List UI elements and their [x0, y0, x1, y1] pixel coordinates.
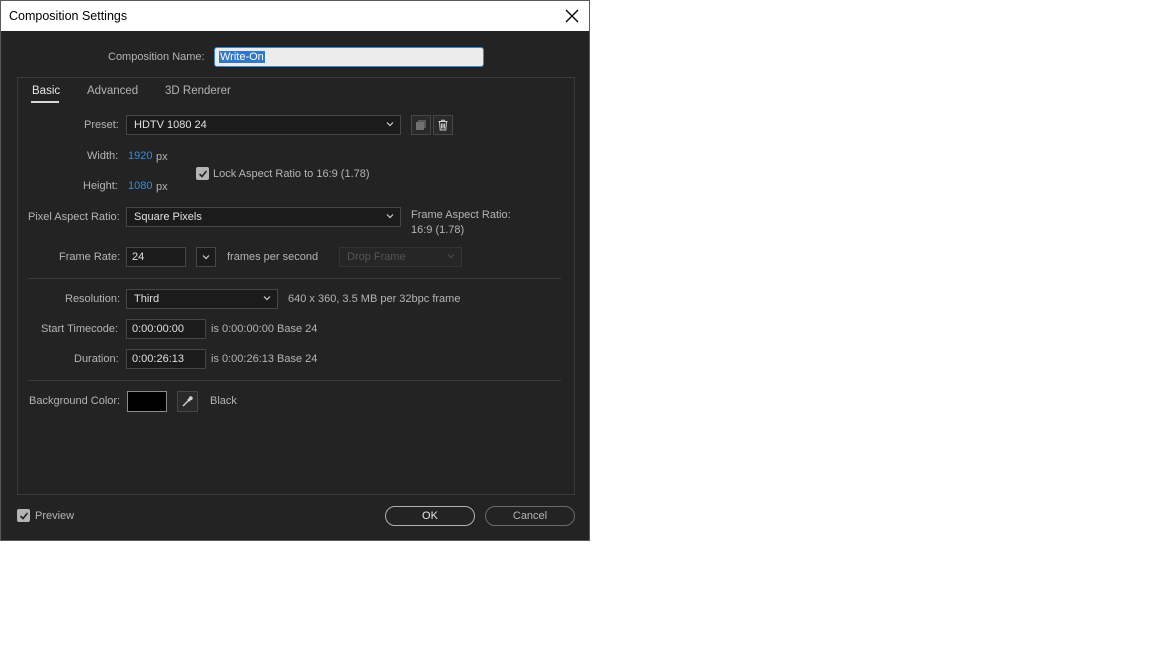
trash-icon: [438, 119, 448, 131]
checkmark-icon: [19, 511, 28, 520]
preview-label: Preview: [35, 510, 75, 522]
width-unit: px: [156, 151, 168, 163]
resolution-value: Third: [134, 293, 160, 305]
pixel-aspect-dropdown[interactable]: Square Pixels: [126, 207, 401, 227]
composition-name-label: Composition Name:: [108, 51, 205, 63]
height-value[interactable]: 1080: [128, 180, 152, 192]
delete-preset-button[interactable]: [433, 115, 453, 135]
background-color-swatch[interactable]: [127, 391, 167, 412]
frame-rate-menu-button[interactable]: [196, 247, 216, 267]
width-value[interactable]: 1920: [128, 150, 152, 162]
start-timecode-base: Base 24: [277, 323, 318, 335]
start-timecode-label: Start Timecode:: [41, 323, 119, 335]
checkmark-icon: [198, 169, 207, 178]
frame-aspect-label: Frame Aspect Ratio:: [411, 209, 511, 221]
divider: [28, 380, 561, 381]
active-tab-indicator: [31, 101, 59, 103]
frame-rate-value: 24: [132, 251, 145, 263]
start-timecode-is: is 0:00:00:00: [211, 323, 274, 335]
eyedropper-icon: [182, 396, 193, 407]
resolution-info: 640 x 360, 3.5 MB per 32bpc frame: [288, 293, 461, 305]
save-preset-button[interactable]: [411, 115, 431, 135]
chevron-down-icon: [263, 296, 271, 301]
frame-rate-label: Frame Rate:: [59, 251, 121, 263]
save-preset-icon: [416, 120, 426, 130]
height-label: Height:: [83, 180, 118, 192]
duration-base: Base 24: [277, 353, 318, 365]
settings-panel: [17, 77, 575, 495]
ok-button[interactable]: OK: [385, 506, 475, 526]
drop-frame-value: Drop Frame: [347, 251, 406, 263]
chevron-down-icon: [447, 254, 455, 259]
preset-dropdown[interactable]: HDTV 1080 24: [126, 115, 401, 135]
divider: [28, 278, 561, 279]
eyedropper-button[interactable]: [177, 391, 198, 412]
chevron-down-icon: [386, 214, 394, 219]
lock-aspect-label: Lock Aspect Ratio to 16:9 (1.78): [213, 168, 370, 180]
resolution-dropdown[interactable]: Third: [126, 289, 278, 309]
resolution-label: Resolution:: [65, 293, 121, 305]
chevron-down-icon: [386, 122, 394, 127]
chevron-down-icon: [202, 255, 210, 260]
frame-rate-unit: frames per second: [227, 251, 319, 263]
tab-3d-renderer[interactable]: 3D Renderer: [165, 85, 231, 97]
composition-name-value: Write-On: [219, 51, 265, 63]
duration-value: 0:00:26:13: [132, 353, 184, 365]
background-color-label: Background Color:: [29, 395, 121, 407]
lock-aspect-checkbox[interactable]: [196, 167, 209, 180]
drop-frame-dropdown: Drop Frame: [339, 247, 462, 267]
cancel-button[interactable]: Cancel: [485, 506, 575, 526]
preview-checkbox[interactable]: [17, 509, 30, 522]
title-bar: Composition Settings: [1, 1, 589, 31]
composition-settings-dialog: Composition Settings Composition Name: W…: [0, 0, 590, 541]
duration-label: Duration:: [74, 353, 119, 365]
pixel-aspect-value: Square Pixels: [134, 211, 202, 223]
window-title: Composition Settings: [9, 9, 128, 23]
close-button[interactable]: [557, 1, 587, 31]
preset-value: HDTV 1080 24: [134, 119, 207, 131]
tab-advanced[interactable]: Advanced: [87, 85, 138, 97]
composition-name-input[interactable]: Write-On: [214, 47, 484, 67]
background-color-name: Black: [210, 395, 237, 407]
close-icon: [565, 9, 579, 23]
frame-aspect-value: 16:9 (1.78): [411, 224, 465, 236]
height-unit: px: [156, 181, 168, 193]
start-timecode-input[interactable]: 0:00:00:00: [126, 319, 206, 339]
frame-rate-input[interactable]: 24: [126, 247, 186, 267]
duration-is: is 0:00:26:13: [211, 353, 274, 365]
duration-input[interactable]: 0:00:26:13: [126, 349, 206, 369]
width-label: Width:: [87, 150, 119, 162]
pixel-aspect-label: Pixel Aspect Ratio:: [28, 211, 120, 223]
tab-basic[interactable]: Basic: [32, 85, 60, 97]
start-timecode-value: 0:00:00:00: [132, 323, 184, 335]
preset-label: Preset:: [84, 119, 119, 131]
